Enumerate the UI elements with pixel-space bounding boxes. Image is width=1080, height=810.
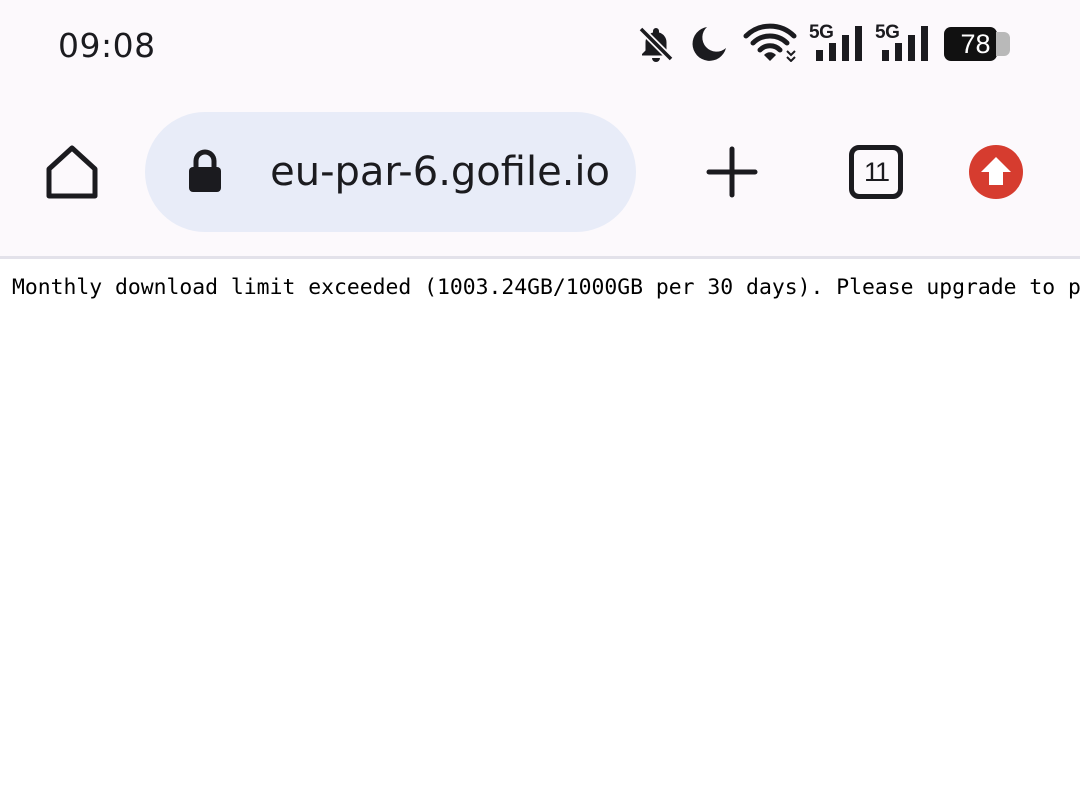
battery-indicator: 78 — [944, 27, 997, 61]
update-arrow-icon[interactable] — [968, 144, 1024, 200]
page-message: Monthly download limit exceeded (1003.24… — [12, 275, 1080, 300]
signal-icon — [882, 26, 928, 61]
battery-cap — [996, 32, 1010, 56]
url-bar[interactable]: eu-par-6.gofile.io — [145, 112, 636, 232]
status-bar: 09:08 5G 5G 78 — [0, 0, 1080, 90]
battery-level: 78 — [960, 29, 991, 59]
url-text-clip: eu-par-6.gofile.io — [253, 112, 636, 232]
toolbar-divider — [0, 256, 1080, 259]
moon-icon — [692, 27, 726, 61]
plus-icon[interactable] — [706, 146, 758, 198]
signal-icon — [816, 26, 862, 61]
lock-icon — [189, 149, 221, 192]
wifi-icon — [743, 23, 797, 62]
tab-switcher-button[interactable]: 11 — [849, 145, 903, 199]
bell-off-icon — [638, 26, 674, 62]
home-icon[interactable] — [44, 144, 100, 200]
url-text: eu-par-6.gofile.io — [270, 149, 610, 195]
clock: 09:08 — [58, 26, 156, 65]
